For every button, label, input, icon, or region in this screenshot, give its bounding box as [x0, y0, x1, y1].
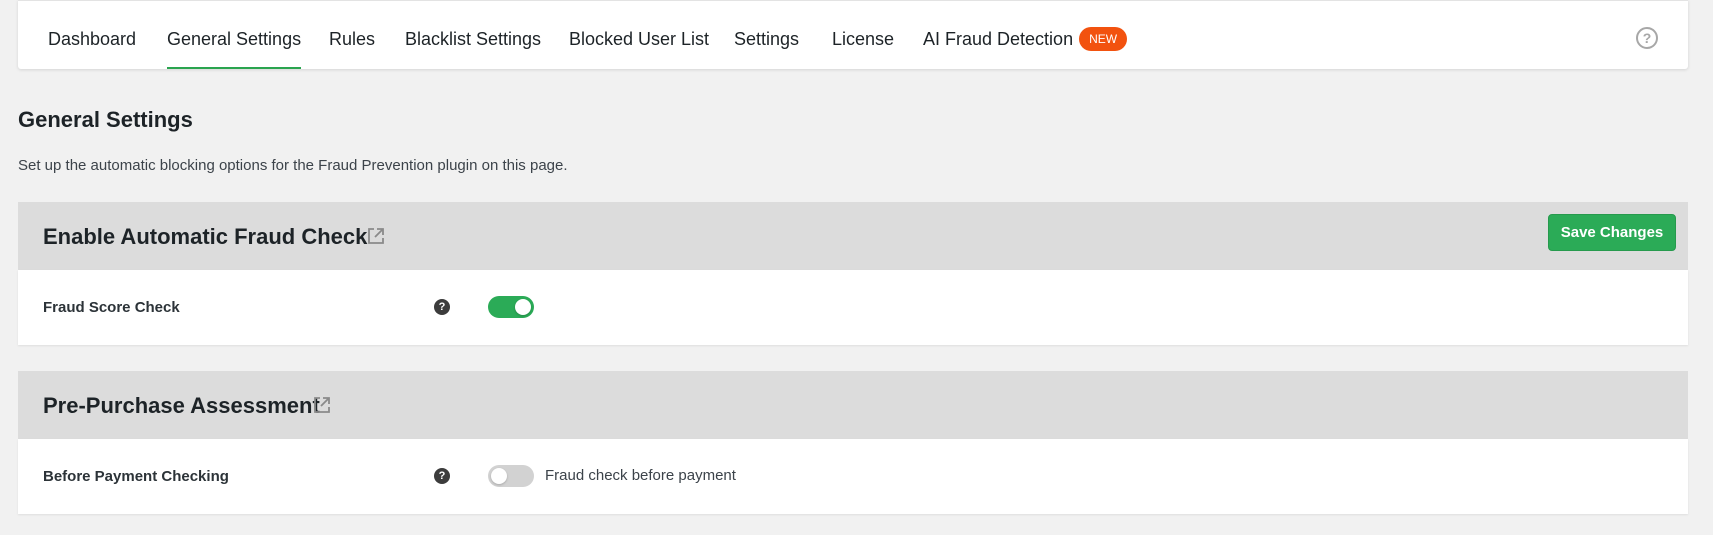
help-icon[interactable]: ?	[434, 468, 450, 484]
tab-dashboard[interactable]: Dashboard	[48, 9, 136, 69]
tab-blacklist-settings[interactable]: Blacklist Settings	[405, 9, 541, 69]
toggle-knob	[491, 468, 507, 484]
question-circle-icon[interactable]: ?	[1636, 27, 1658, 49]
section-header-automatic-fraud-check: Enable Automatic Fraud Check Save Change…	[18, 202, 1688, 270]
setting-label: Before Payment Checking	[43, 468, 229, 485]
tab-ai-fraud-detection[interactable]: AI Fraud Detection NEW	[923, 9, 1128, 69]
tab-rules[interactable]: Rules	[329, 9, 375, 69]
tab-settings[interactable]: Settings	[734, 9, 799, 69]
toggle-description: Fraud check before payment	[545, 467, 736, 484]
tab-blocked-user-list[interactable]: Blocked User List	[569, 9, 709, 69]
section-title: Pre-Purchase Assessment	[43, 393, 320, 418]
save-changes-button[interactable]: Save Changes	[1548, 214, 1676, 251]
section-header-pre-purchase-assessment: Pre-Purchase Assessment	[18, 371, 1688, 439]
toggle-knob	[515, 299, 531, 315]
setting-row-before-payment-checking: Before Payment Checking ? Fraud check be…	[18, 439, 1688, 514]
page-title: General Settings	[18, 107, 193, 132]
tab-ai-fraud-detection-label: AI Fraud Detection	[923, 29, 1074, 49]
fraud-score-check-toggle[interactable]	[488, 296, 534, 318]
top-nav-bar: Dashboard General Settings Rules Blackli…	[18, 0, 1688, 69]
tab-general-settings[interactable]: General Settings	[167, 9, 302, 69]
external-link-icon[interactable]	[366, 226, 386, 246]
section-title: Enable Automatic Fraud Check	[43, 224, 368, 249]
setting-label: Fraud Score Check	[43, 299, 180, 316]
help-icon[interactable]: ?	[434, 299, 450, 315]
setting-row-fraud-score-check: Fraud Score Check ?	[18, 270, 1688, 345]
external-link-icon[interactable]	[312, 395, 332, 415]
before-payment-checking-toggle[interactable]	[488, 465, 534, 487]
new-badge: NEW	[1079, 27, 1128, 52]
tab-license[interactable]: License	[832, 9, 894, 69]
page-description: Set up the automatic blocking options fo…	[18, 157, 568, 174]
